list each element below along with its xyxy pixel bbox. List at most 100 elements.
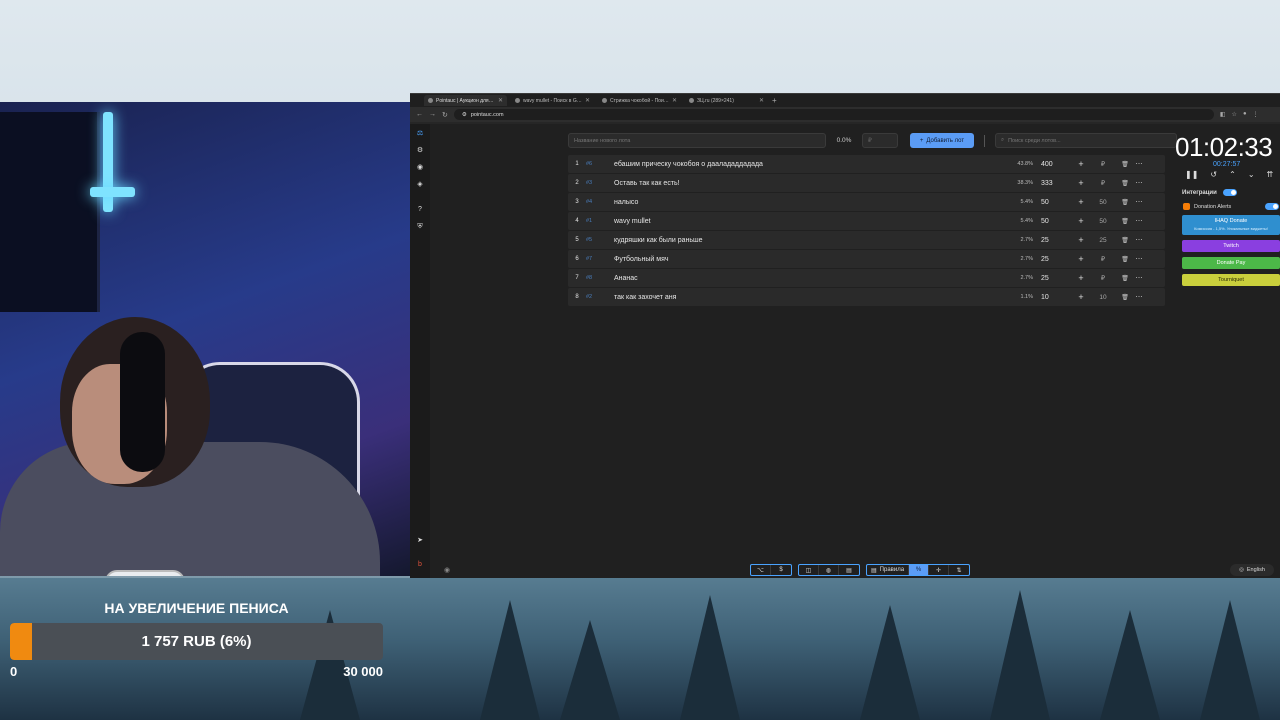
chevron-down-icon[interactable]: ⌄ (1248, 170, 1255, 179)
lot-amount[interactable]: 50 (1036, 199, 1074, 206)
close-icon[interactable]: ✕ (585, 97, 590, 104)
lot-row[interactable]: 4 #1 wavy mullet 5.4% 50 +50 🗑 ⋯ (568, 212, 1165, 230)
forward-icon[interactable]: → (429, 111, 436, 118)
lot-name[interactable]: так как захочет аня (614, 294, 1004, 301)
lot-name[interactable]: Футбольный мяч (614, 256, 1004, 263)
lot-row[interactable]: 8 #2 так как захочет аня 1.1% 10 +10 🗑 ⋯ (568, 288, 1165, 306)
lot-row[interactable]: 1 #6 ебашим прическу чокобоя о даалададдад… (568, 155, 1165, 173)
lot-amount[interactable]: 10 (1036, 294, 1074, 301)
lot-row[interactable]: 3 #4 налысо 5.4% 50 +50 🗑 ⋯ (568, 193, 1165, 211)
history-icon[interactable]: ▤ (839, 565, 859, 575)
profile-icon[interactable]: ● (1243, 111, 1247, 118)
pause-icon[interactable]: ❚❚ (1185, 170, 1198, 179)
lot-amount[interactable]: 400 (1036, 161, 1074, 168)
lot-add-amount-input[interactable]: 50 (1088, 199, 1118, 206)
lot-add-amount-input[interactable]: 10 (1088, 294, 1118, 301)
back-icon[interactable]: ← (416, 111, 423, 118)
lot-name[interactable]: Оставь так как есть! (614, 180, 1004, 187)
chevron-up-icon[interactable]: ⌃ (1229, 170, 1236, 179)
bookmark-icon[interactable]: ☆ (1232, 111, 1237, 118)
layers-icon[interactable]: ◈ (416, 181, 424, 189)
telegram-icon[interactable]: ➤ (416, 537, 424, 545)
lot-add-amount-input[interactable]: 50 (1088, 218, 1118, 225)
donatepay-button[interactable]: Donate Pay (1182, 257, 1280, 269)
trash-icon[interactable]: 🗑 (1118, 237, 1132, 244)
lot-row[interactable]: 2 #3 Оставь так как есть! 38.3% 333 + ₽ 🗑 ⋯ (568, 174, 1165, 192)
percent-icon[interactable]: % (909, 565, 930, 575)
plus-icon[interactable]: + (1074, 216, 1088, 226)
settings-icon[interactable]: ⚙ (416, 147, 424, 155)
more-icon[interactable]: ⋯ (1132, 179, 1146, 187)
lot-add-amount-input[interactable]: 25 (1088, 237, 1118, 244)
more-icon[interactable]: ⋯ (1132, 217, 1146, 225)
lot-search-input[interactable]: ⌕ Поиск среди лотов... (995, 133, 1177, 148)
shield-icon[interactable]: ⛨ (416, 223, 424, 231)
github-icon[interactable]: ⌥ (751, 565, 771, 575)
twitch-button[interactable]: Twitch (1182, 240, 1280, 252)
double-chevron-up-icon[interactable]: ⇈ (1267, 170, 1274, 179)
auction-icon[interactable]: ⚖ (416, 130, 424, 138)
lot-name[interactable]: Ананас (614, 275, 1004, 282)
lot-add-amount-input[interactable]: ₽ (1088, 179, 1118, 187)
reset-icon[interactable]: ↺ (1210, 170, 1217, 179)
close-icon[interactable]: ✕ (672, 97, 677, 104)
plus-icon[interactable]: + (1074, 292, 1088, 302)
close-icon[interactable]: ✕ (759, 97, 764, 104)
lot-name[interactable]: кудряшки как были раньше (614, 237, 1004, 244)
plus-icon[interactable]: + (1074, 235, 1088, 245)
dollar-icon[interactable]: $ (771, 565, 791, 575)
lot-amount[interactable]: 25 (1036, 256, 1074, 263)
new-lot-price-input[interactable]: ₽ (862, 133, 898, 148)
sort-icon[interactable]: ⇅ (949, 565, 969, 575)
plus-icon[interactable]: + (1074, 197, 1088, 207)
more-icon[interactable]: ⋯ (1132, 293, 1146, 301)
lot-add-amount-input[interactable]: ₽ (1088, 160, 1118, 168)
lot-amount[interactable]: 25 (1036, 275, 1074, 282)
more-icon[interactable]: ⋯ (1132, 236, 1146, 244)
trash-icon[interactable]: 🗑 (1118, 180, 1132, 187)
plus-icon[interactable]: + (1074, 159, 1088, 169)
tab-pointauc[interactable]: Pointauc | Аукцион для стримеров ✕ (424, 95, 507, 106)
trash-icon[interactable]: 🗑 (1118, 218, 1132, 225)
trash-icon[interactable]: 🗑 (1118, 256, 1132, 263)
trash-icon[interactable]: 🗑 (1118, 199, 1132, 206)
bucket-icon[interactable]: ◍ (819, 565, 839, 575)
lot-amount[interactable]: 50 (1036, 218, 1074, 225)
add-lot-button[interactable]: + Добавить лот (910, 133, 974, 148)
more-icon[interactable]: ⋯ (1132, 255, 1146, 263)
plus-icon[interactable]: + (1074, 254, 1088, 264)
rules-button[interactable]: ▤ Правила (867, 565, 910, 575)
site-info-icon[interactable]: ⚙ (462, 112, 467, 118)
lot-name[interactable]: wavy mullet (614, 218, 1004, 225)
language-select[interactable]: ◎ English (1230, 564, 1274, 576)
donation-alerts-toggle[interactable] (1265, 203, 1280, 210)
integrations-toggle[interactable] (1222, 189, 1237, 196)
extension-icon[interactable]: ◧ (1220, 111, 1226, 118)
boosty-icon[interactable]: b (416, 561, 424, 569)
lot-amount[interactable]: 25 (1036, 237, 1074, 244)
more-icon[interactable]: ⋯ (1132, 160, 1146, 168)
new-tab-button[interactable]: + (772, 96, 777, 105)
close-icon[interactable]: ✕ (498, 97, 503, 104)
help-icon[interactable]: ? (416, 206, 424, 214)
more-icon[interactable]: ⋯ (1132, 274, 1146, 282)
tab-image[interactable]: ЗЦ.ru (289×241) ✕ (685, 95, 768, 106)
lot-row[interactable]: 7 #8 Ананас 2.7% 25 + ₽ 🗑 ⋯ (568, 269, 1165, 287)
tourniquet-button[interactable]: Tourniquet (1182, 274, 1280, 286)
ihaq-donate-button[interactable]: IHAQ Donate Комиссия - 1,5%. Уникальные … (1182, 215, 1280, 235)
lot-add-amount-input[interactable]: ₽ (1088, 255, 1118, 263)
wheel-icon[interactable]: ◉ (416, 164, 424, 172)
trash-icon[interactable]: 🗑 (1118, 161, 1132, 168)
eye-icon[interactable]: ◉ (444, 566, 450, 574)
url-input[interactable]: ⚙ pointauc.com (453, 109, 1214, 120)
reload-icon[interactable]: ↻ (442, 111, 448, 119)
lot-name[interactable]: ебашим прическу чокобоя о даалададдадада (614, 161, 1004, 168)
more-icon[interactable]: ⋯ (1132, 198, 1146, 206)
move-icon[interactable]: ✛ (929, 565, 950, 575)
new-lot-name-input[interactable]: Название нового лота (568, 133, 826, 148)
lot-amount[interactable]: 333 (1036, 180, 1074, 187)
lot-add-amount-input[interactable]: ₽ (1088, 274, 1118, 282)
plus-icon[interactable]: + (1074, 178, 1088, 188)
menu-icon[interactable]: ⋮ (1253, 111, 1259, 118)
lot-row[interactable]: 5 #5 кудряшки как были раньше 2.7% 25 +25 🗑 ⋯ (568, 231, 1165, 249)
